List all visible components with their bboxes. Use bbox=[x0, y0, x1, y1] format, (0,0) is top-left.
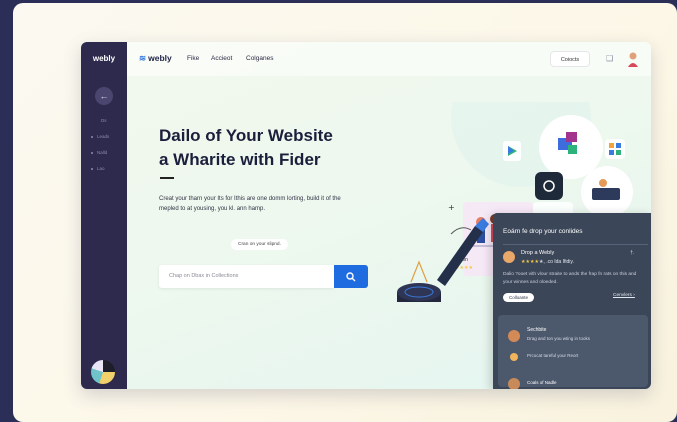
avatar bbox=[508, 330, 520, 342]
arrow-left-icon: ← bbox=[99, 91, 109, 101]
more-icon[interactable]: †. bbox=[630, 250, 635, 256]
nav-link-fike[interactable]: Fike bbox=[187, 55, 199, 62]
convert-link[interactable]: Cenvlers › bbox=[613, 293, 635, 298]
nav-link-colganes[interactable]: Colganes bbox=[246, 55, 273, 62]
sidebar-item-lao[interactable]: Lao bbox=[91, 166, 105, 171]
hero-title: Dailo of Your Website a Wharite with Fid… bbox=[159, 126, 333, 169]
panel-title: Eoárn fe drop your conlides bbox=[503, 228, 583, 235]
item-description: Dalio ?ooet vith vlour straite to ands t… bbox=[503, 272, 637, 285]
search-button[interactable] bbox=[334, 265, 368, 288]
hint-pill[interactable]: Cran on your slipnd. bbox=[231, 239, 288, 250]
coiocts-button[interactable]: Coiocts bbox=[550, 51, 590, 67]
website-builder-window: webly ← Ds Leads Nalld Lao ≋ webly Fike A… bbox=[81, 42, 651, 389]
bullet-icon bbox=[91, 151, 93, 154]
panel-divider bbox=[503, 244, 648, 245]
sidebar-item-ds[interactable]: Ds bbox=[101, 118, 107, 123]
pie-chart-icon bbox=[91, 360, 115, 384]
sub-panel: Sechbite Drag and ton you wting in tooks… bbox=[498, 315, 648, 389]
app-frame: webly ← Ds Leads Nalld Lao ≋ webly Fike A… bbox=[13, 3, 677, 422]
bullet-icon bbox=[91, 135, 93, 138]
item-title: Drop a Webly bbox=[521, 250, 555, 256]
sidebar-logo: webly bbox=[92, 54, 116, 63]
svg-text:+: + bbox=[448, 203, 455, 212]
avatar bbox=[508, 378, 520, 389]
badge-icon bbox=[510, 353, 518, 361]
brand[interactable]: ≋ webly bbox=[139, 53, 172, 64]
user-avatar[interactable] bbox=[626, 51, 640, 67]
title-divider bbox=[160, 177, 174, 179]
avatar bbox=[503, 251, 515, 263]
sub-subtitle: Drag and ton you wting in tooks bbox=[527, 336, 591, 341]
hero-description: Creat your tharn your Its for Ithis are … bbox=[159, 196, 341, 212]
star-rating: ★★★★★, .co Ida Ifidiy. bbox=[521, 259, 574, 265]
back-button[interactable]: ← bbox=[95, 87, 113, 105]
nav-link-accieot[interactable]: Accieot bbox=[211, 55, 232, 62]
sub-footer: Coals of Nadle bbox=[527, 380, 557, 385]
bullet-icon bbox=[91, 167, 93, 170]
search-input[interactable]: Chap on Dbax in Collections bbox=[159, 265, 334, 288]
sidebar-item-nalld[interactable]: Nalld bbox=[91, 150, 107, 155]
sub-title: Sechbite bbox=[527, 327, 547, 333]
search-icon bbox=[346, 272, 356, 282]
sidebar: webly ← Ds Leads Nalld Lao bbox=[81, 42, 127, 389]
notification-icon[interactable]: ❑ bbox=[606, 54, 613, 63]
sub-line: Prcocat tareful your Reort bbox=[527, 353, 579, 358]
collapse-chip[interactable]: Colloante bbox=[503, 293, 535, 302]
wave-logo-icon: ≋ bbox=[139, 53, 147, 63]
top-nav: ≋ webly Fike Accieot Colganes Coiocts ❑ bbox=[127, 42, 651, 76]
sidebar-item-leads[interactable]: Leads bbox=[91, 134, 109, 139]
